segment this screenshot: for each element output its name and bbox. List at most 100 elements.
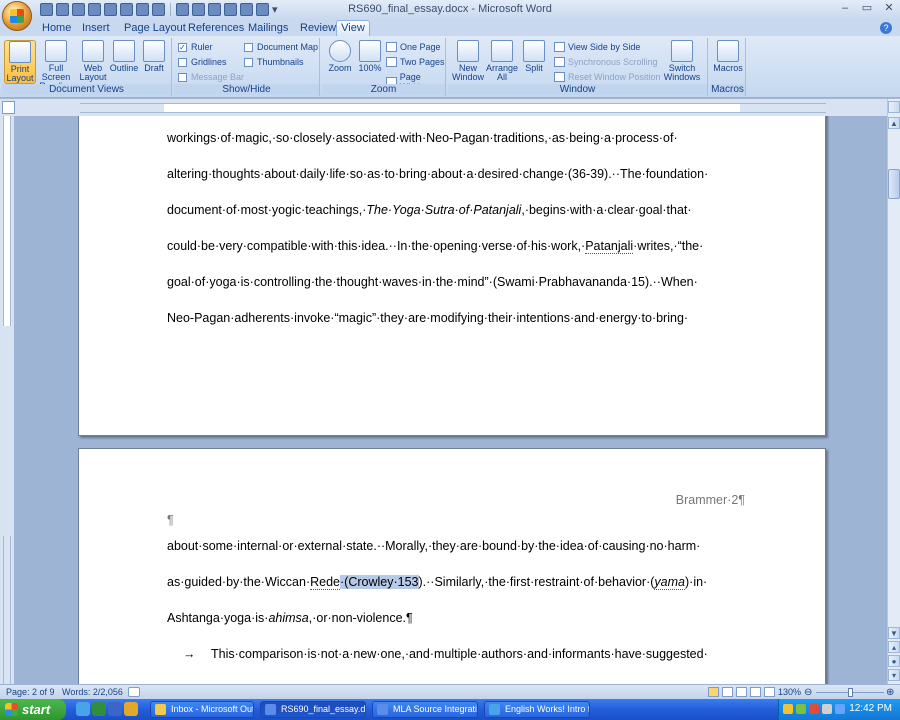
- tab-mailings[interactable]: Mailings: [248, 21, 288, 36]
- tab-view[interactable]: View: [336, 20, 370, 37]
- tray-icon[interactable]: [796, 704, 806, 714]
- print-layout-button[interactable]: Print Layout: [4, 40, 36, 84]
- text-line[interactable]: goal·of·yoga·is·controlling·the·thought·…: [167, 275, 698, 289]
- text-line[interactable]: workings·of·magic,·so·closely·associated…: [167, 131, 678, 145]
- web-layout-icon: [82, 40, 104, 62]
- new-window-icon: [457, 40, 479, 62]
- one-page-button[interactable]: One Page: [386, 42, 441, 52]
- minimize-button[interactable]: –: [838, 2, 852, 15]
- outlook-icon: [155, 704, 166, 715]
- task-outlook[interactable]: Inbox - Microsoft Out...: [150, 701, 254, 718]
- zoom-slider-thumb[interactable]: [848, 688, 853, 697]
- web-layout-view-icon[interactable]: [736, 687, 747, 697]
- outline-button[interactable]: Outline: [108, 40, 140, 73]
- word-count[interactable]: Words: 2/2,056: [62, 687, 123, 697]
- zoom-in-icon[interactable]: ⊕: [886, 687, 894, 698]
- task-word[interactable]: RS690_final_essay.d...: [260, 701, 366, 718]
- scroll-down-icon[interactable]: ▼: [888, 627, 900, 639]
- help-icon[interactable]: ?: [880, 22, 892, 34]
- next-page-icon[interactable]: ▾: [888, 669, 900, 681]
- vertical-scrollbar[interactable]: ▲ ▼ ▴ ● ▾: [887, 99, 900, 684]
- media-icon[interactable]: [92, 702, 106, 716]
- select-browse-object-icon[interactable]: ●: [888, 655, 900, 667]
- draft-view-icon[interactable]: [764, 687, 775, 697]
- window-controls: – ▭ ✕: [838, 2, 896, 15]
- task-mla[interactable]: MLA Source Integrati...: [372, 701, 478, 718]
- zoom-button[interactable]: Zoom: [324, 40, 356, 73]
- zoom-out-icon[interactable]: ⊖: [804, 687, 812, 698]
- clock[interactable]: 12:42 PM: [849, 703, 892, 714]
- ruler-view-icon[interactable]: [888, 101, 900, 113]
- group-show-hide: ✓ Ruler Gridlines Message Bar Document Ma…: [174, 38, 320, 96]
- switch-windows-button[interactable]: Switch Windows: [662, 40, 702, 82]
- macros-icon: [717, 40, 739, 62]
- document-map-checkbox[interactable]: Document Map: [244, 42, 318, 52]
- vruler-segment: [3, 536, 11, 684]
- outline-view-icon[interactable]: [750, 687, 761, 697]
- text-line[interactable]: as·guided·by·the·Wiccan·Rede·(Crowley·15…: [167, 575, 707, 590]
- switch-windows-icon: [671, 40, 693, 62]
- text-line[interactable]: could·be·very·compatible·with·this·idea.…: [167, 239, 703, 254]
- taskbar: start Inbox - Microsoft Out... RS690_fin…: [0, 699, 900, 720]
- proofing-icon[interactable]: [128, 687, 140, 697]
- close-button[interactable]: ✕: [882, 2, 896, 15]
- arrange-all-icon: [491, 40, 513, 62]
- ie-icon[interactable]: [76, 702, 90, 716]
- tab-home[interactable]: Home: [42, 21, 71, 36]
- text-line[interactable]: about·some·internal·or·external·state.··…: [167, 539, 700, 553]
- tab-review[interactable]: Review: [300, 21, 336, 36]
- full-screen-view-icon[interactable]: [722, 687, 733, 697]
- horizontal-ruler[interactable]: [164, 103, 740, 113]
- text-line[interactable]: This·comparison·is·not·a·new·one,·and·mu…: [211, 647, 708, 661]
- word-icon[interactable]: [108, 702, 122, 716]
- group-macros: Macros Macros: [710, 38, 746, 96]
- folder-icon[interactable]: [124, 702, 138, 716]
- scrollbar-thumb[interactable]: [888, 169, 900, 199]
- tab-references[interactable]: References: [188, 21, 244, 36]
- tab-insert[interactable]: Insert: [82, 21, 110, 36]
- browser-icon: [489, 704, 500, 715]
- text-selection: ·(Crowley·153: [340, 575, 419, 589]
- ruler-toggle-icon[interactable]: [2, 101, 15, 114]
- one-page-icon: [386, 42, 397, 52]
- thumbnails-checkbox[interactable]: Thumbnails: [244, 57, 304, 67]
- task-browser[interactable]: English Works! Intro t...: [484, 701, 590, 718]
- macros-button[interactable]: Macros: [712, 40, 744, 73]
- text-line[interactable]: altering·thoughts·about·daily·life·so·as…: [167, 167, 708, 181]
- print-layout-view-icon[interactable]: [708, 687, 719, 697]
- draft-button[interactable]: Draft: [138, 40, 170, 73]
- tab-page-layout[interactable]: Page Layout: [124, 21, 186, 36]
- zoom-level[interactable]: 130%: [778, 687, 801, 697]
- web-layout-button[interactable]: Web Layout: [77, 40, 109, 82]
- text-line[interactable]: Neo-Pagan·adherents·invoke·“magic”·they·…: [167, 311, 688, 325]
- view-side-by-side-button[interactable]: View Side by Side: [554, 42, 640, 52]
- document-area: workings·of·magic,·so·closely·associated…: [14, 116, 887, 684]
- windows-flag-icon: [5, 703, 18, 716]
- split-button[interactable]: Split: [518, 40, 550, 73]
- tray-icon[interactable]: [783, 704, 793, 714]
- page-indicator[interactable]: Page: 2 of 9: [6, 687, 55, 697]
- tray-icon[interactable]: [822, 704, 832, 714]
- gridlines-checkbox[interactable]: Gridlines: [178, 57, 227, 67]
- tray-icon[interactable]: [809, 704, 819, 714]
- text-line[interactable]: document·of·most·yogic·teachings,·The·Yo…: [167, 203, 692, 217]
- text-line[interactable]: Ashtanga·yoga·is·ahimsa,·or·non-violence…: [167, 611, 413, 625]
- message-bar-checkbox: Message Bar: [178, 72, 244, 82]
- zoom-100-button[interactable]: 100%: [354, 40, 386, 73]
- draft-icon: [143, 40, 165, 62]
- maximize-button[interactable]: ▭: [860, 2, 874, 15]
- ruler-checkbox[interactable]: ✓ Ruler: [178, 42, 213, 52]
- vertical-ruler[interactable]: [0, 116, 14, 684]
- scroll-up-icon[interactable]: ▲: [888, 117, 900, 129]
- office-button[interactable]: [2, 1, 32, 31]
- start-button[interactable]: start: [0, 699, 66, 720]
- new-window-button[interactable]: New Window: [452, 40, 484, 82]
- tray-icon[interactable]: [835, 704, 845, 714]
- page-header[interactable]: Brammer·2¶: [676, 493, 745, 507]
- two-pages-button[interactable]: Two Pages: [386, 57, 445, 67]
- previous-page-icon[interactable]: ▴: [888, 641, 900, 653]
- arrange-all-button[interactable]: Arrange All: [486, 40, 518, 82]
- ruler-left-margin: [80, 103, 164, 113]
- synchronous-scrolling-button: Synchronous Scrolling: [554, 57, 658, 67]
- sync-scroll-icon: [554, 57, 565, 67]
